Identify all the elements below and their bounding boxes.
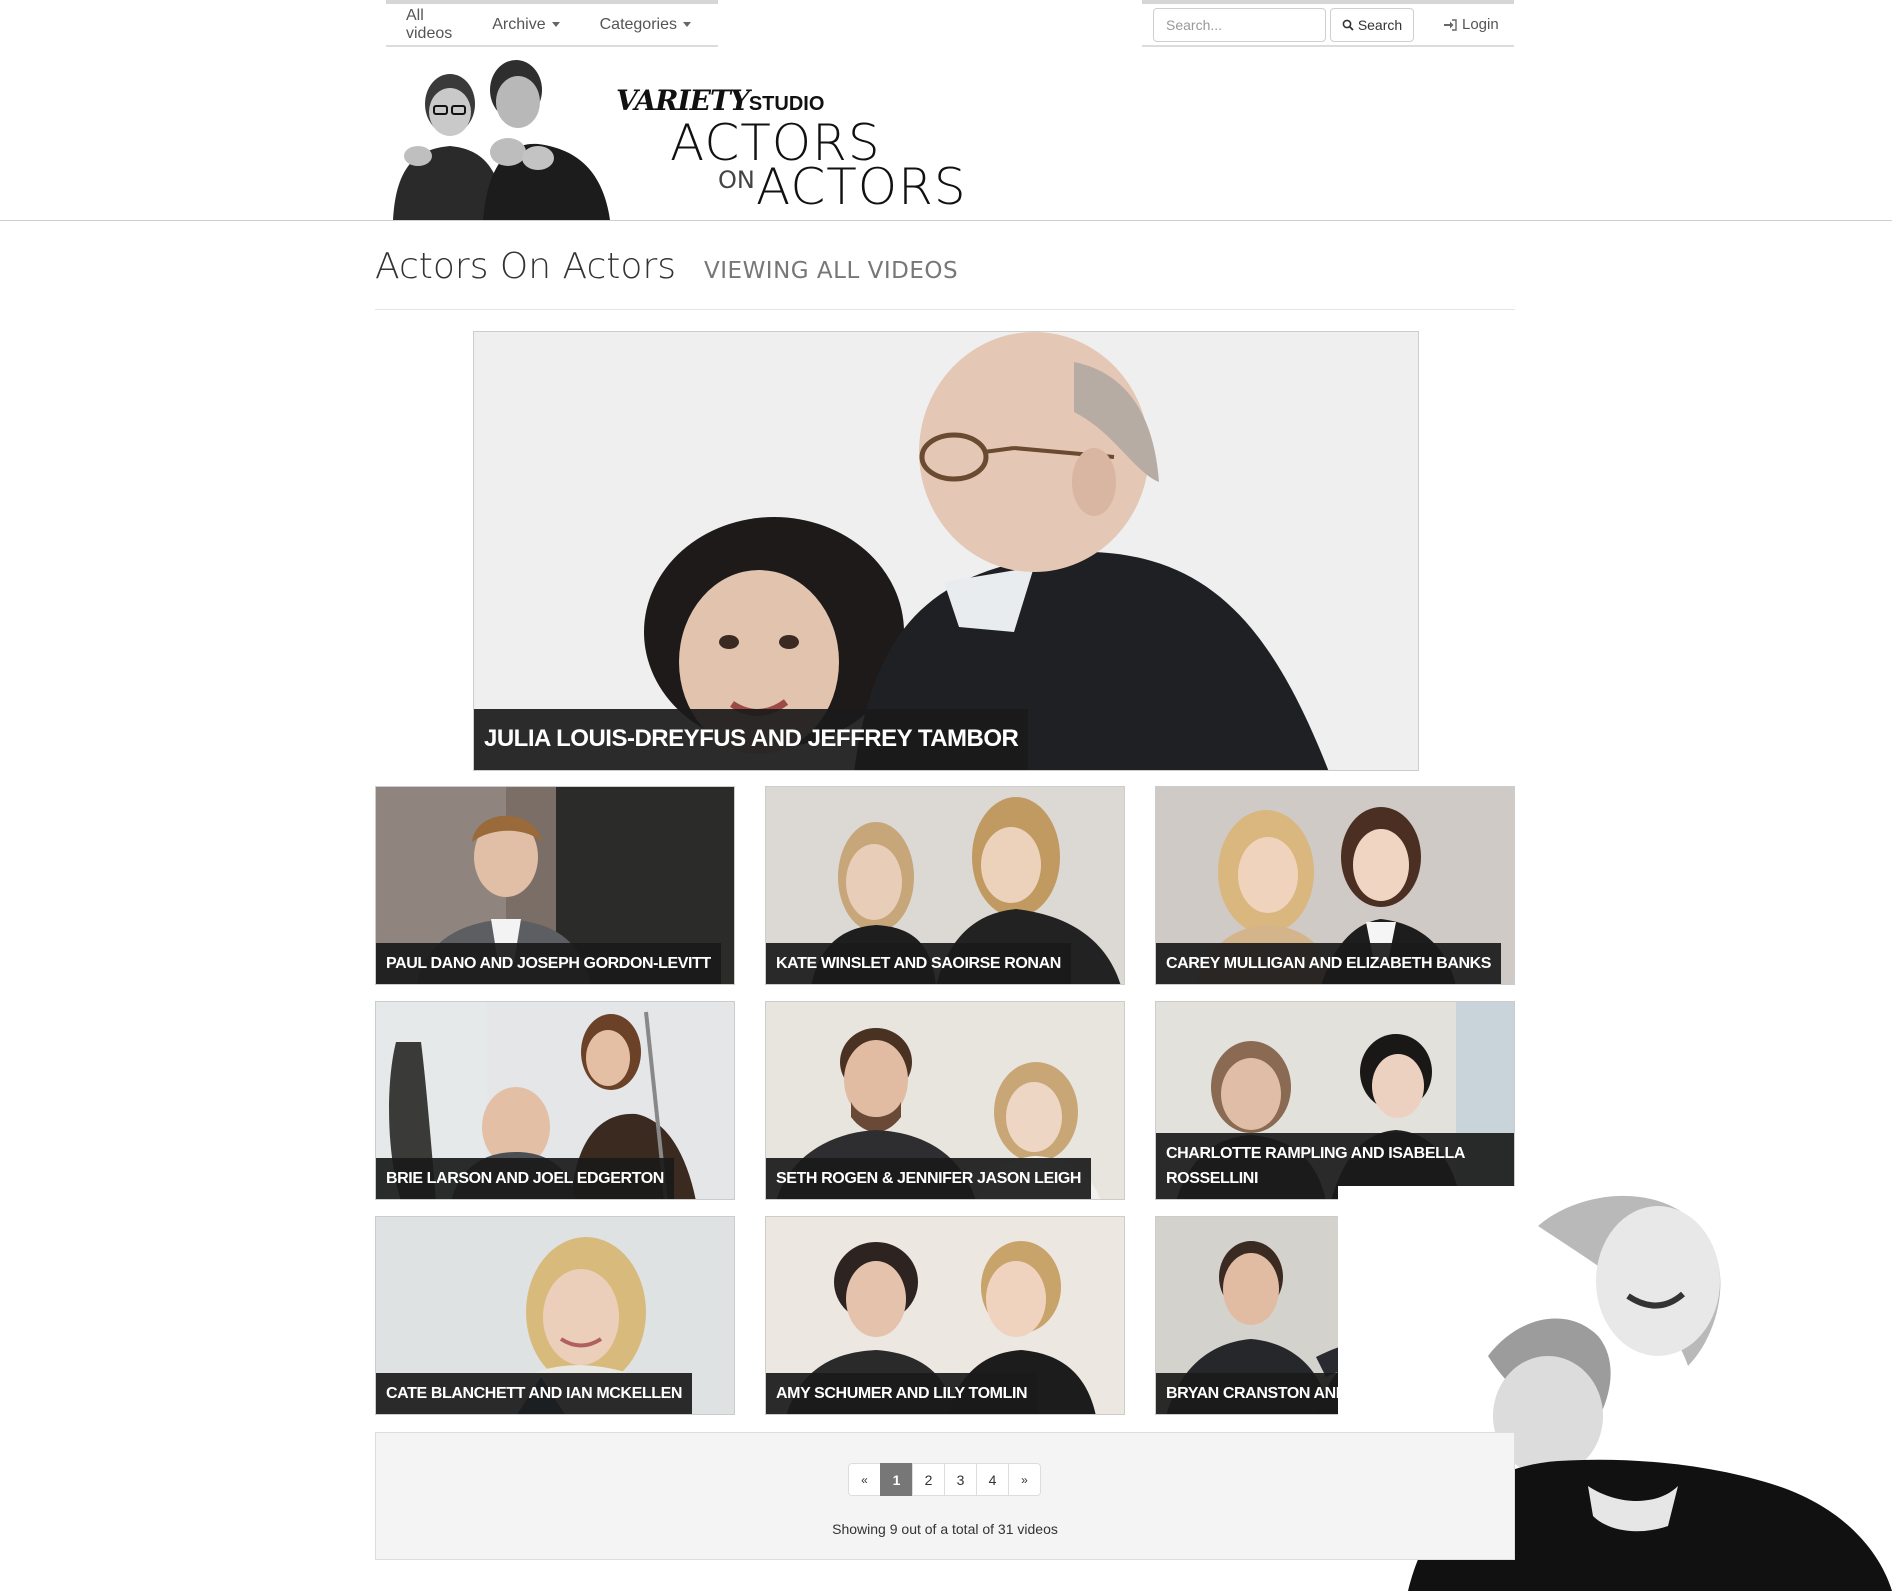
nav-categories-dropdown[interactable]: Categories (600, 16, 691, 34)
login-label: Login (1462, 16, 1499, 33)
video-card[interactable]: BRIE LARSON AND JOEL EDGERTON (375, 1001, 735, 1200)
pagination-page-2[interactable]: 2 (912, 1463, 945, 1496)
search-bar: Search Login (1142, 0, 1514, 47)
video-title: CAREY MULLIGAN AND ELIZABETH BANKS (1156, 943, 1502, 984)
caret-down-icon (551, 22, 560, 27)
header-banner[interactable]: VARIETYSTUDIO ACTORS ON ACTORS (388, 54, 966, 220)
video-card[interactable]: PAUL DANO AND JOSEPH GORDON-LEVITT (375, 786, 735, 985)
pagination-next[interactable]: » (1008, 1463, 1041, 1496)
pagination-page-3[interactable]: 3 (944, 1463, 977, 1496)
video-card[interactable]: CATE BLANCHETT AND IAN MCKELLEN (375, 1216, 735, 1415)
page-subtitle: VIEWING ALL VIDEOS (704, 258, 959, 284)
studio-wordmark: STUDIO (748, 93, 825, 115)
main-nav: All videos Archive Categories (386, 0, 718, 47)
results-summary: Showing 9 out of a total of 31 videos (832, 1521, 1058, 1537)
logo-title-on: ON (718, 166, 755, 194)
video-card[interactable]: SETH ROGEN & JENNIFER JASON LEIGH (765, 1001, 1125, 1200)
pagination-panel: « 1 2 3 4 » Showing 9 out of a total of … (375, 1432, 1515, 1560)
caret-down-icon (682, 22, 691, 27)
nav-all-videos[interactable]: All videos (406, 7, 452, 43)
page-title: Actors On Actors (375, 246, 677, 287)
pagination-prev[interactable]: « (848, 1463, 881, 1496)
search-input[interactable] (1153, 7, 1326, 42)
video-card[interactable]: CHARLOTTE RAMPLING AND ISABELLA ROSSELLI… (1155, 1001, 1515, 1200)
nav-categories-label: Categories (599, 15, 677, 33)
nav-archive-dropdown[interactable]: Archive (492, 15, 560, 34)
variety-studio-logo: VARIETYSTUDIO (616, 84, 824, 117)
pagination-page-4[interactable]: 4 (976, 1463, 1009, 1496)
login-link[interactable]: Login (1444, 16, 1499, 33)
nav-archive-label: Archive (492, 15, 546, 33)
pagination: « 1 2 3 4 » (848, 1463, 1041, 1496)
featured-video-title: JULIA LOUIS-DREYFUS AND JEFFREY TAMBOR (474, 709, 1029, 770)
nav-all-videos-label: All videos (406, 6, 453, 42)
video-title: PAUL DANO AND JOSEPH GORDON-LEVITT (376, 943, 721, 984)
header-divider (0, 220, 1892, 221)
pagination-page-1[interactable]: 1 (880, 1463, 913, 1496)
video-title: SETH ROGEN & JENNIFER JASON LEIGH (766, 1158, 1092, 1199)
video-title: CATE BLANCHETT AND IAN MCKELLEN (376, 1373, 693, 1414)
banner-photo (388, 54, 622, 220)
video-card[interactable]: AMY SCHUMER AND LILY TOMLIN (765, 1216, 1125, 1415)
video-card[interactable]: CAREY MULLIGAN AND ELIZABETH BANKS (1155, 786, 1515, 985)
sign-in-icon (1444, 18, 1457, 31)
video-title: KATE WINSLET AND SAOIRSE RONAN (766, 943, 1071, 984)
video-title: BRIE LARSON AND JOEL EDGERTON (376, 1158, 674, 1199)
search-button-label: Search (1357, 16, 1403, 33)
page-header: Actors On Actors VIEWING ALL VIDEOS (375, 246, 1515, 310)
logo-title-line2: ACTORS (756, 158, 967, 216)
featured-thumbnail (474, 332, 1418, 770)
featured-video[interactable]: JULIA LOUIS-DREYFUS AND JEFFREY TAMBOR (473, 331, 1419, 771)
search-button[interactable]: Search (1330, 7, 1414, 42)
video-card[interactable]: KATE WINSLET AND SAOIRSE RONAN (765, 786, 1125, 985)
search-icon (1342, 19, 1354, 31)
video-title: AMY SCHUMER AND LILY TOMLIN (766, 1373, 1038, 1414)
variety-wordmark: VARIETY (616, 84, 750, 117)
